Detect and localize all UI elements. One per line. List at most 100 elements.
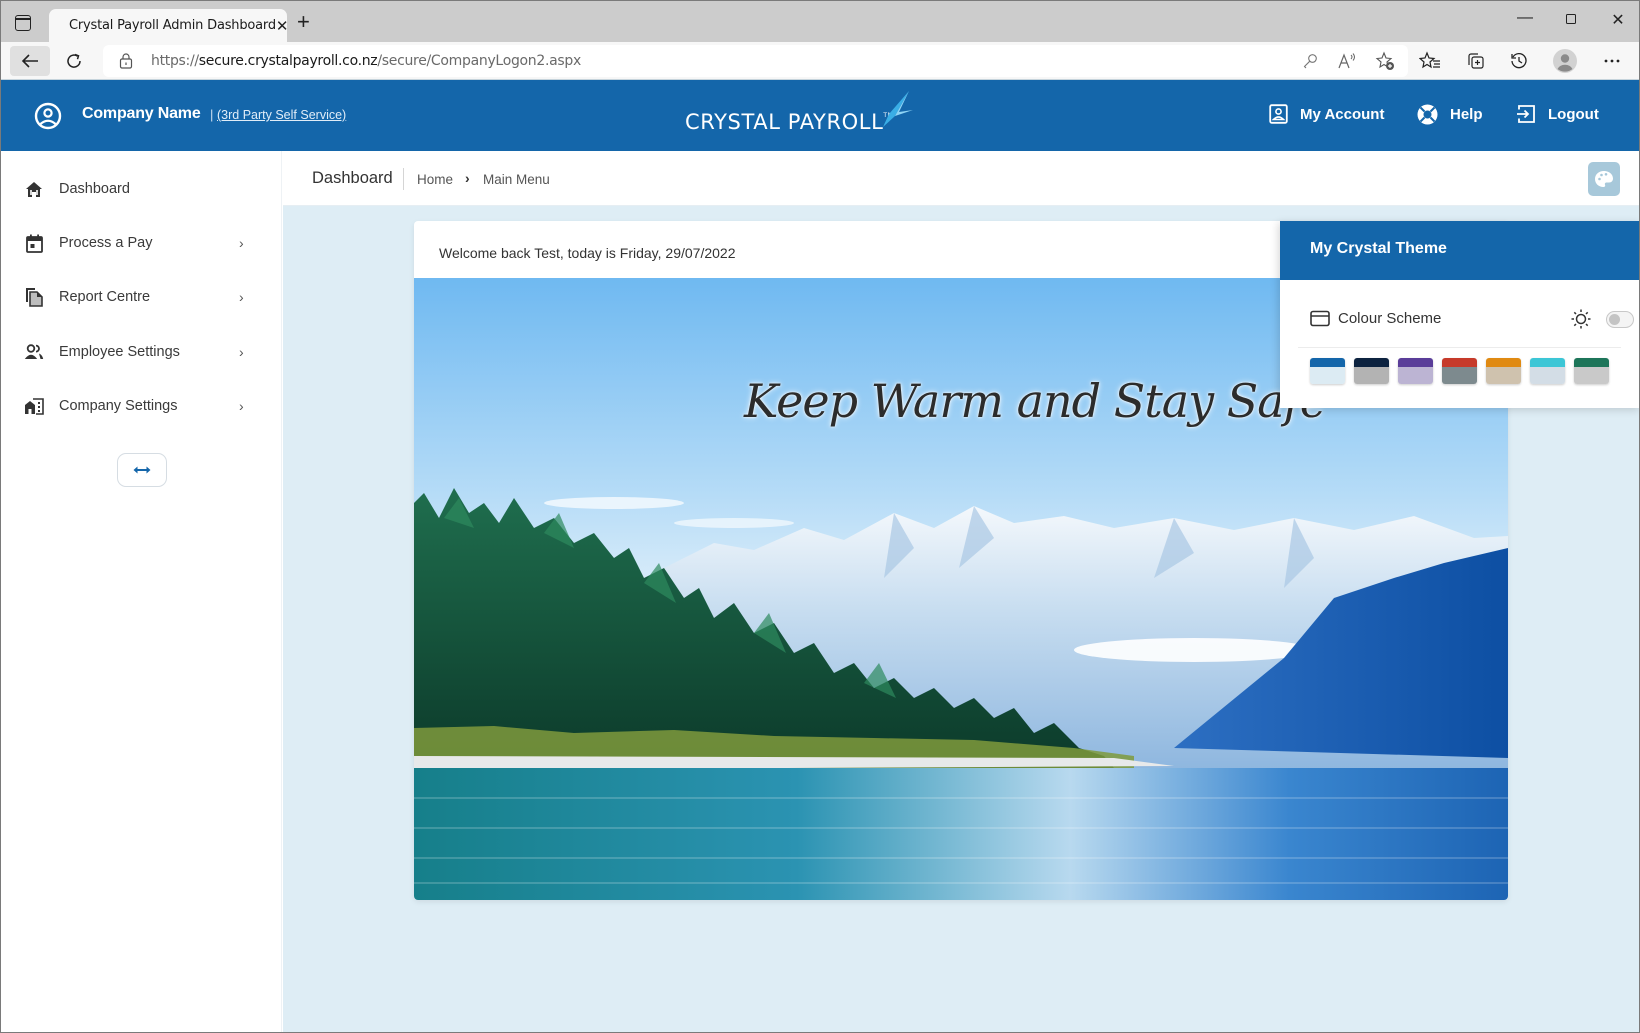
- swatch-primary: [1530, 358, 1565, 367]
- sidebar-item-process-a-pay[interactable]: Process a Pay ›: [1, 223, 282, 263]
- collections-button[interactable]: [1460, 46, 1490, 76]
- swatch-blue[interactable]: [1310, 358, 1345, 384]
- my-account-link[interactable]: My Account: [1269, 104, 1384, 124]
- building-icon: [23, 395, 45, 417]
- swatch-secondary: [1574, 367, 1609, 384]
- divider: [1298, 347, 1621, 348]
- back-icon: [21, 54, 38, 68]
- colour-swatches: [1310, 358, 1618, 384]
- sidebar-item-label: Dashboard: [59, 181, 130, 197]
- logout-link[interactable]: Logout: [1516, 104, 1599, 124]
- swatch-navy[interactable]: [1354, 358, 1389, 384]
- account-card-icon: [1269, 104, 1288, 124]
- logout-label: Logout: [1548, 105, 1599, 123]
- theme-panel: My Crystal Theme Colour Scheme: [1280, 221, 1639, 408]
- people-icon: [23, 341, 45, 363]
- swatch-red[interactable]: [1442, 358, 1477, 384]
- browser-toolbar: https://secure.crystalpayroll.co.nz/secu…: [1, 42, 1639, 80]
- swatch-purple[interactable]: [1398, 358, 1433, 384]
- dark-mode-toggle[interactable]: [1606, 311, 1634, 328]
- add-favorite-icon[interactable]: [1373, 49, 1397, 73]
- chevron-right-icon: ›: [239, 398, 244, 414]
- breadcrumb-current: Main Menu: [483, 172, 550, 187]
- colour-scheme-label: Colour Scheme: [1338, 310, 1442, 327]
- favorites-icon: [1419, 51, 1440, 69]
- sidebar-item-dashboard[interactable]: Dashboard: [1, 169, 282, 209]
- url-text[interactable]: https://secure.crystalpayroll.co.nz/secu…: [151, 53, 581, 69]
- theme-panel-title: My Crystal Theme: [1310, 240, 1447, 257]
- swatch-secondary: [1442, 367, 1477, 384]
- swatch-secondary: [1486, 367, 1521, 384]
- tab-strip: Crystal Payroll Admin Dashboard ✕ + — ✕: [1, 1, 1639, 42]
- reload-button[interactable]: [59, 46, 89, 76]
- back-button[interactable]: [10, 46, 50, 76]
- maximize-button[interactable]: [1561, 11, 1581, 29]
- lock-icon[interactable]: [119, 53, 133, 69]
- lifebuoy-icon: [1417, 104, 1438, 125]
- swatch-secondary: [1310, 367, 1345, 384]
- more-button[interactable]: [1597, 46, 1627, 76]
- history-button[interactable]: [1504, 46, 1534, 76]
- sidebar-item-report-centre[interactable]: Report Centre ›: [1, 277, 282, 317]
- password-key-icon[interactable]: [1298, 49, 1322, 73]
- new-tab-button[interactable]: +: [297, 11, 310, 33]
- swatch-primary: [1310, 358, 1345, 367]
- collections-icon: [1468, 53, 1484, 69]
- my-account-label: My Account: [1300, 105, 1385, 123]
- url-path: /secure/CompanyLogon2.aspx: [377, 53, 581, 69]
- banner-message: Keep Warm and Stay Safe: [744, 374, 1327, 428]
- swatch-secondary: [1530, 367, 1565, 384]
- sidebar-item-label: Employee Settings: [59, 344, 180, 360]
- logo-crystal-icon: [883, 91, 913, 127]
- sidebar: Dashboard Process a Pay › Report Centre …: [1, 151, 282, 1032]
- browser-window: Crystal Payroll Admin Dashboard ✕ + — ✕ …: [0, 0, 1640, 1033]
- profile-icon: [1553, 49, 1577, 73]
- favorites-button[interactable]: [1415, 46, 1445, 76]
- breadcrumb-divider: [403, 168, 404, 190]
- breadcrumb-home-link[interactable]: Home: [417, 172, 453, 187]
- address-bar[interactable]: https://secure.crystalpayroll.co.nz/secu…: [103, 45, 1408, 77]
- expand-horizontal-icon: [133, 466, 151, 474]
- swatch-green[interactable]: [1574, 358, 1609, 384]
- help-link[interactable]: Help: [1417, 104, 1483, 125]
- tab-close-icon[interactable]: ✕: [276, 17, 289, 35]
- swatch-primary: [1398, 358, 1433, 367]
- sidebar-collapse-button[interactable]: [117, 453, 167, 487]
- swatch-primary: [1486, 358, 1521, 367]
- crystal-payroll-logo[interactable]: CRYSTAL PAYROLLTM: [685, 90, 915, 142]
- sun-icon: [1571, 309, 1591, 329]
- breadcrumb-chevron-icon: ›: [465, 170, 470, 186]
- tab-actions-icon[interactable]: [15, 15, 31, 31]
- url-scheme: https://: [151, 53, 199, 69]
- swatch-cyan[interactable]: [1530, 358, 1565, 384]
- swatch-secondary: [1398, 367, 1433, 384]
- more-icon: [1604, 59, 1620, 63]
- sidebar-item-company-settings[interactable]: Company Settings ›: [1, 386, 282, 426]
- read-aloud-icon[interactable]: [1335, 49, 1359, 73]
- breadcrumb: Dashboard Home › Main Menu: [283, 151, 1639, 206]
- company-name: Company Name: [82, 105, 201, 122]
- logout-icon: [1517, 105, 1535, 123]
- self-service-link[interactable]: (3rd Party Self Service): [217, 108, 346, 122]
- page-title: Dashboard: [312, 169, 393, 187]
- calendar-icon: [23, 232, 45, 254]
- history-icon: [1511, 53, 1527, 69]
- reload-icon: [67, 53, 81, 68]
- chevron-right-icon: ›: [239, 344, 244, 360]
- minimize-button[interactable]: —: [1515, 9, 1535, 27]
- swatch-secondary: [1354, 367, 1389, 384]
- documents-icon: [23, 286, 45, 308]
- sidebar-item-employee-settings[interactable]: Employee Settings ›: [1, 332, 282, 372]
- logo-text: CRYSTAL PAYROLLTM: [685, 110, 893, 134]
- app-header: Company Name | (3rd Party Self Service) …: [1, 80, 1639, 151]
- chevron-right-icon: ›: [239, 235, 244, 251]
- theme-palette-button[interactable]: [1588, 162, 1620, 196]
- user-circle-icon[interactable]: [34, 102, 62, 130]
- swatch-primary: [1442, 358, 1477, 367]
- profile-button[interactable]: [1550, 46, 1580, 76]
- browser-tab[interactable]: Crystal Payroll Admin Dashboard ✕: [49, 9, 289, 42]
- close-window-button[interactable]: ✕: [1608, 10, 1628, 30]
- help-label: Help: [1450, 106, 1483, 123]
- tab-title: Crystal Payroll Admin Dashboard: [69, 18, 276, 33]
- swatch-orange[interactable]: [1486, 358, 1521, 384]
